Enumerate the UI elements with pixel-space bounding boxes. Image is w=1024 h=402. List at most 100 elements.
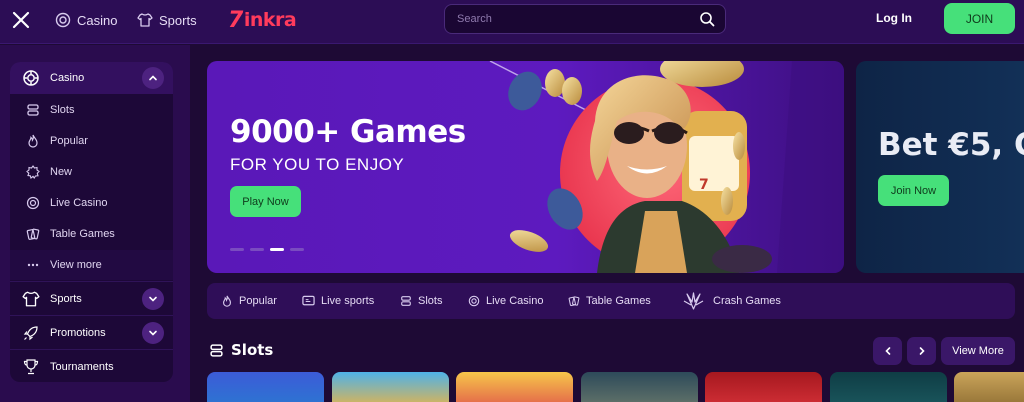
expand-toggle[interactable] <box>142 322 164 344</box>
sidebar-item-popular[interactable]: Popular <box>10 126 173 156</box>
collapse-toggle[interactable] <box>142 67 164 89</box>
join-button[interactable]: JOIN <box>944 3 1015 34</box>
slots-icon <box>210 343 223 357</box>
flame-icon <box>223 295 231 307</box>
game-tile[interactable] <box>581 372 698 402</box>
carousel-dot[interactable] <box>230 248 244 251</box>
sidebar-item-label: Popular <box>50 135 88 147</box>
tv-icon <box>302 295 315 306</box>
sidebar-item-label: Tournaments <box>50 360 114 373</box>
sidebar-item-casino[interactable]: Casino <box>10 62 173 94</box>
banner-title: 9000+ Games <box>230 114 466 150</box>
category-label: Table Games <box>586 295 651 307</box>
sidebar-item-label: Table Games <box>50 228 115 240</box>
sidebar-item-promotions[interactable]: Promotions <box>10 315 173 349</box>
new-badge-icon <box>26 165 40 179</box>
chevron-right-icon <box>919 347 925 355</box>
search-icon[interactable] <box>699 11 715 27</box>
slots-prev-button[interactable] <box>873 337 902 365</box>
category-bar: Popular Live sports Slots Live Casino Ta… <box>207 283 1015 319</box>
slots-next-button[interactable] <box>907 337 936 365</box>
rocket-icon <box>23 325 38 340</box>
slots-view-more-button[interactable]: View More <box>941 337 1015 365</box>
join-now-button[interactable]: Join Now <box>878 175 949 206</box>
category-crash-games[interactable]: Crash Games <box>683 283 781 319</box>
expand-toggle[interactable] <box>142 288 164 310</box>
trophy-icon <box>23 358 39 374</box>
sidebar-item-new[interactable]: New <box>10 157 173 187</box>
carousel-dot[interactable] <box>250 248 264 251</box>
category-live-sports[interactable]: Live sports <box>302 283 374 319</box>
slots-icon <box>401 296 411 306</box>
sidebar-item-label: Casino <box>50 72 85 84</box>
view-more-label: View more <box>50 259 102 271</box>
brand-logo[interactable]: 7 inkra <box>228 7 297 33</box>
slots-icon <box>27 104 39 116</box>
sidebar-item-label: New <box>50 166 73 178</box>
chip-icon <box>23 70 39 86</box>
jersey-icon <box>22 291 40 306</box>
cards-icon <box>568 296 580 307</box>
sidebar-item-live-casino[interactable]: Live Casino <box>10 188 173 218</box>
crash-icon <box>683 292 704 310</box>
game-tile[interactable] <box>705 372 822 402</box>
sidebar-view-more[interactable]: View more <box>10 250 173 280</box>
nav-casino[interactable]: Casino <box>55 10 117 30</box>
sidebar-item-sports[interactable]: Sports <box>10 281 173 315</box>
logo-word: inkra <box>243 9 297 31</box>
category-popular[interactable]: Popular <box>221 283 277 319</box>
sidebar-menu: Casino Slots Popular New Live Casino Tab… <box>10 62 173 382</box>
sidebar-item-tournaments[interactable]: Tournaments <box>10 349 173 382</box>
nav-casino-label: Casino <box>77 12 118 28</box>
category-live-casino[interactable]: Live Casino <box>468 283 543 319</box>
game-tile[interactable] <box>207 372 324 402</box>
category-label: Live sports <box>321 295 375 307</box>
more-dots-icon <box>27 263 39 267</box>
logo-mark: 7 <box>228 7 243 33</box>
search-placeholder: Search <box>457 13 492 25</box>
sidebar-item-label: Sports <box>50 292 82 305</box>
game-tile[interactable] <box>830 372 947 402</box>
sidebar-item-table-games[interactable]: Table Games <box>10 219 173 249</box>
cards-icon <box>26 228 40 240</box>
nav-sports-label: Sports <box>159 12 197 28</box>
game-tile[interactable] <box>332 372 449 402</box>
slots-title-label: Slots <box>231 341 274 359</box>
close-menu-button[interactable] <box>10 9 32 31</box>
game-tile[interactable] <box>954 372 1024 402</box>
game-tile[interactable] <box>456 372 573 402</box>
category-slots[interactable]: Slots <box>400 283 442 319</box>
live-icon <box>26 196 40 210</box>
close-icon <box>12 11 30 29</box>
chevron-left-icon <box>884 347 890 355</box>
carousel-dot-active[interactable] <box>270 248 284 251</box>
flame-icon <box>28 134 38 148</box>
chevron-up-icon <box>149 75 157 81</box>
slots-section-title: Slots <box>209 341 273 359</box>
sidebar-item-label: Live Casino <box>50 197 108 209</box>
promo-banner-title: Bet €5, G <box>878 127 1024 163</box>
top-bar: Casino Sports 7 inkra Search Log In JOIN <box>0 0 1024 44</box>
sidebar-item-slots[interactable]: Slots <box>10 95 173 125</box>
banner-subtitle: FOR YOU TO ENJOY <box>230 155 405 174</box>
chip-icon <box>55 12 71 28</box>
promo-banner[interactable]: Bet €5, G Join Now <box>856 61 1024 273</box>
play-now-button[interactable]: Play Now <box>230 186 301 217</box>
hero-banner[interactable]: 7 9000+ Games FOR YOU TO ENJOY Play Now <box>207 61 844 273</box>
sidebar-item-label: Promotions <box>50 326 106 339</box>
sidebar-item-label: Slots <box>50 104 75 116</box>
category-label: Popular <box>239 295 277 307</box>
hero-artwork: 7 <box>489 61 844 273</box>
login-button[interactable]: Log In <box>876 11 912 25</box>
svg-text:7: 7 <box>699 177 709 193</box>
search-input[interactable]: Search <box>444 4 726 34</box>
live-icon <box>468 295 480 307</box>
carousel-dot[interactable] <box>290 248 304 251</box>
nav-sports[interactable]: Sports <box>137 10 197 30</box>
chevron-down-icon <box>149 296 157 302</box>
category-label: Slots <box>418 295 443 307</box>
category-label: Crash Games <box>713 295 781 307</box>
category-table-games[interactable]: Table Games <box>568 283 651 319</box>
chevron-down-icon <box>149 330 157 336</box>
carousel-dots <box>230 248 304 251</box>
